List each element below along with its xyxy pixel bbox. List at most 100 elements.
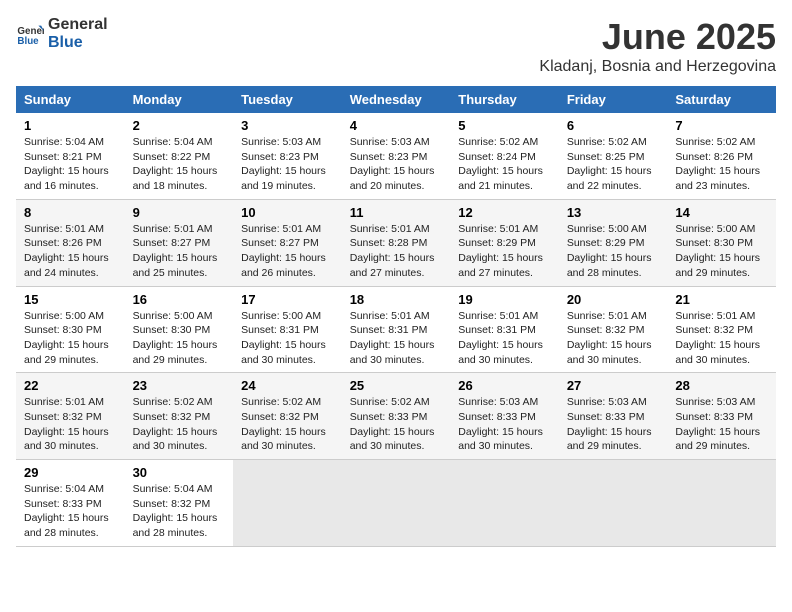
calendar-cell: 20 Sunrise: 5:01 AMSunset: 8:32 PMDayligh… [559, 286, 668, 373]
main-title: June 2025 [539, 16, 776, 58]
calendar-cell: 22 Sunrise: 5:01 AMSunset: 8:32 PMDayligh… [16, 373, 125, 460]
day-number: 21 [675, 292, 768, 307]
calendar-week-row: 8Sunrise: 5:01 AMSunset: 8:26 PMDaylight… [16, 199, 776, 286]
day-info: Sunrise: 5:03 AMSunset: 8:33 PMDaylight:… [458, 395, 551, 454]
calendar-cell: 17 Sunrise: 5:00 AMSunset: 8:31 PMDayligh… [233, 286, 342, 373]
calendar-cell: 27 Sunrise: 5:03 AMSunset: 8:33 PMDayligh… [559, 373, 668, 460]
column-header-wednesday: Wednesday [342, 86, 451, 113]
day-info: Sunrise: 5:00 AMSunset: 8:30 PMDaylight:… [675, 222, 768, 281]
day-number: 14 [675, 205, 768, 220]
page-header: General Blue General Blue June 2025 Klad… [16, 16, 776, 76]
day-info: Sunrise: 5:01 AMSunset: 8:27 PMDaylight:… [133, 222, 226, 281]
logo-icon: General Blue [16, 20, 44, 48]
calendar-cell: 28 Sunrise: 5:03 AMSunset: 8:33 PMDayligh… [667, 373, 776, 460]
day-info: Sunrise: 5:04 AMSunset: 8:32 PMDaylight:… [133, 482, 226, 541]
day-number: 27 [567, 378, 660, 393]
day-info: Sunrise: 5:01 AMSunset: 8:32 PMDaylight:… [24, 395, 117, 454]
day-number: 7 [675, 118, 768, 133]
day-info: Sunrise: 5:03 AMSunset: 8:23 PMDaylight:… [350, 135, 443, 194]
day-info: Sunrise: 5:03 AMSunset: 8:33 PMDaylight:… [675, 395, 768, 454]
day-number: 10 [241, 205, 334, 220]
day-number: 6 [567, 118, 660, 133]
day-info: Sunrise: 5:02 AMSunset: 8:33 PMDaylight:… [350, 395, 443, 454]
day-info: Sunrise: 5:00 AMSunset: 8:29 PMDaylight:… [567, 222, 660, 281]
calendar-cell: 19 Sunrise: 5:01 AMSunset: 8:31 PMDayligh… [450, 286, 559, 373]
day-number: 3 [241, 118, 334, 133]
calendar-cell: 6 Sunrise: 5:02 AMSunset: 8:25 PMDaylight… [559, 113, 668, 199]
calendar-cell: 5 Sunrise: 5:02 AMSunset: 8:24 PMDaylight… [450, 113, 559, 199]
day-number: 11 [350, 205, 443, 220]
calendar-cell: 18 Sunrise: 5:01 AMSunset: 8:31 PMDayligh… [342, 286, 451, 373]
day-info: Sunrise: 5:03 AMSunset: 8:33 PMDaylight:… [567, 395, 660, 454]
day-info: Sunrise: 5:02 AMSunset: 8:26 PMDaylight:… [675, 135, 768, 194]
day-info: Sunrise: 5:00 AMSunset: 8:30 PMDaylight:… [133, 309, 226, 368]
day-number: 12 [458, 205, 551, 220]
column-header-thursday: Thursday [450, 86, 559, 113]
day-info: Sunrise: 5:01 AMSunset: 8:32 PMDaylight:… [675, 309, 768, 368]
day-number: 4 [350, 118, 443, 133]
calendar-cell: 15 Sunrise: 5:00 AMSunset: 8:30 PMDayligh… [16, 286, 125, 373]
calendar-cell: 12 Sunrise: 5:01 AMSunset: 8:29 PMDayligh… [450, 199, 559, 286]
day-info: Sunrise: 5:01 AMSunset: 8:26 PMDaylight:… [24, 222, 117, 281]
calendar-cell: 13Sunrise: 5:00 AMSunset: 8:29 PMDayligh… [559, 199, 668, 286]
day-number: 30 [133, 465, 226, 480]
column-header-sunday: Sunday [16, 86, 125, 113]
day-info: Sunrise: 5:00 AMSunset: 8:31 PMDaylight:… [241, 309, 334, 368]
day-number: 2 [133, 118, 226, 133]
day-info: Sunrise: 5:02 AMSunset: 8:24 PMDaylight:… [458, 135, 551, 194]
day-number: 29 [24, 465, 117, 480]
day-number: 23 [133, 378, 226, 393]
calendar-cell: 9Sunrise: 5:01 AMSunset: 8:27 PMDaylight… [125, 199, 234, 286]
calendar-cell: 21 Sunrise: 5:01 AMSunset: 8:32 PMDayligh… [667, 286, 776, 373]
calendar-cell: 29Sunrise: 5:04 AMSunset: 8:33 PMDayligh… [16, 460, 125, 547]
column-header-saturday: Saturday [667, 86, 776, 113]
day-number: 24 [241, 378, 334, 393]
day-number: 19 [458, 292, 551, 307]
day-number: 28 [675, 378, 768, 393]
day-number: 18 [350, 292, 443, 307]
calendar-cell: 16 Sunrise: 5:00 AMSunset: 8:30 PMDayligh… [125, 286, 234, 373]
calendar-table: SundayMondayTuesdayWednesdayThursdayFrid… [16, 86, 776, 547]
day-number: 17 [241, 292, 334, 307]
day-info: Sunrise: 5:01 AMSunset: 8:28 PMDaylight:… [350, 222, 443, 281]
day-info: Sunrise: 5:01 AMSunset: 8:32 PMDaylight:… [567, 309, 660, 368]
day-number: 22 [24, 378, 117, 393]
day-info: Sunrise: 5:01 AMSunset: 8:29 PMDaylight:… [458, 222, 551, 281]
day-number: 1 [24, 118, 117, 133]
day-number: 16 [133, 292, 226, 307]
day-info: Sunrise: 5:00 AMSunset: 8:30 PMDaylight:… [24, 309, 117, 368]
calendar-cell: 3Sunrise: 5:03 AMSunset: 8:23 PMDaylight… [233, 113, 342, 199]
column-header-tuesday: Tuesday [233, 86, 342, 113]
day-info: Sunrise: 5:02 AMSunset: 8:25 PMDaylight:… [567, 135, 660, 194]
day-number: 5 [458, 118, 551, 133]
logo: General Blue General Blue [16, 16, 108, 51]
calendar-cell: 10Sunrise: 5:01 AMSunset: 8:27 PMDayligh… [233, 199, 342, 286]
calendar-cell: 24 Sunrise: 5:02 AMSunset: 8:32 PMDayligh… [233, 373, 342, 460]
day-info: Sunrise: 5:02 AMSunset: 8:32 PMDaylight:… [133, 395, 226, 454]
calendar-cell [559, 460, 668, 547]
day-number: 20 [567, 292, 660, 307]
column-header-monday: Monday [125, 86, 234, 113]
day-info: Sunrise: 5:04 AMSunset: 8:22 PMDaylight:… [133, 135, 226, 194]
calendar-week-row: 22 Sunrise: 5:01 AMSunset: 8:32 PMDayligh… [16, 373, 776, 460]
calendar-cell: 30 Sunrise: 5:04 AMSunset: 8:32 PMDayligh… [125, 460, 234, 547]
subtitle: Kladanj, Bosnia and Herzegovina [539, 58, 776, 76]
calendar-cell [342, 460, 451, 547]
day-info: Sunrise: 5:01 AMSunset: 8:31 PMDaylight:… [458, 309, 551, 368]
calendar-cell [667, 460, 776, 547]
logo-blue: Blue [48, 34, 108, 52]
calendar-cell: 8Sunrise: 5:01 AMSunset: 8:26 PMDaylight… [16, 199, 125, 286]
day-info: Sunrise: 5:02 AMSunset: 8:32 PMDaylight:… [241, 395, 334, 454]
calendar-cell [233, 460, 342, 547]
calendar-cell: 11 Sunrise: 5:01 AMSunset: 8:28 PMDayligh… [342, 199, 451, 286]
calendar-cell: 23 Sunrise: 5:02 AMSunset: 8:32 PMDayligh… [125, 373, 234, 460]
calendar-cell: 7 Sunrise: 5:02 AMSunset: 8:26 PMDaylight… [667, 113, 776, 199]
calendar-cell [450, 460, 559, 547]
day-number: 25 [350, 378, 443, 393]
calendar-cell: 2 Sunrise: 5:04 AMSunset: 8:22 PMDaylight… [125, 113, 234, 199]
column-header-friday: Friday [559, 86, 668, 113]
svg-text:Blue: Blue [17, 35, 39, 46]
day-info: Sunrise: 5:01 AMSunset: 8:31 PMDaylight:… [350, 309, 443, 368]
day-number: 15 [24, 292, 117, 307]
title-area: June 2025 Kladanj, Bosnia and Herzegovin… [539, 16, 776, 76]
